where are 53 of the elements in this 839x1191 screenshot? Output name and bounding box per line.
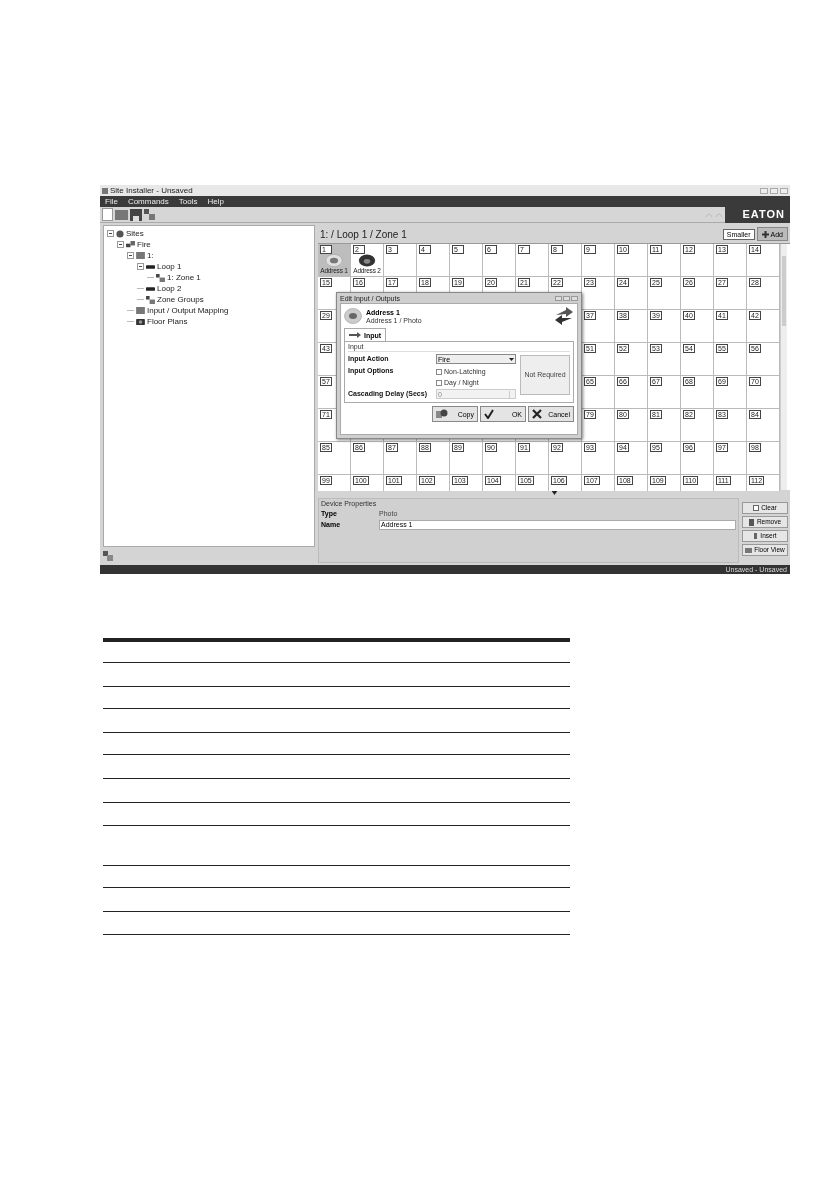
checkbox-icon bbox=[753, 505, 760, 511]
panel-icon bbox=[136, 307, 145, 314]
smoke-detector-icon bbox=[344, 308, 362, 324]
window-title: Site Installer - Unsaved bbox=[110, 186, 193, 195]
zone-icon bbox=[156, 273, 165, 282]
smoke-detector-icon bbox=[325, 254, 343, 267]
save-icon[interactable] bbox=[130, 208, 142, 221]
collapse-toggle[interactable] bbox=[137, 263, 144, 270]
tree-item[interactable]: Zone Groups bbox=[157, 295, 204, 304]
tree-item[interactable]: Loop 2 bbox=[157, 284, 182, 293]
network-icon bbox=[126, 240, 135, 249]
menu-item[interactable]: File bbox=[105, 197, 118, 206]
arrows-icon bbox=[554, 307, 574, 325]
app-icon bbox=[102, 187, 108, 194]
logo: EATON bbox=[742, 209, 785, 220]
tree-item[interactable]: Input / Output Mapping bbox=[147, 306, 229, 315]
network-icon[interactable] bbox=[144, 209, 155, 220]
close-button[interactable] bbox=[780, 187, 788, 194]
tree-item[interactable]: Fire bbox=[137, 240, 151, 249]
plus-icon bbox=[761, 230, 769, 238]
tree-item[interactable]: Floor Plans bbox=[147, 317, 188, 326]
collapse-toggle[interactable] bbox=[127, 252, 134, 259]
maximize-button[interactable] bbox=[770, 187, 778, 194]
collapse-toggle[interactable] bbox=[117, 241, 124, 248]
close-button[interactable] bbox=[571, 295, 578, 301]
scrollbar[interactable] bbox=[780, 244, 787, 490]
panel-icon bbox=[136, 252, 145, 259]
copy-icon bbox=[436, 409, 448, 419]
tree-item[interactable]: Loop 1 bbox=[157, 262, 182, 271]
globe-icon bbox=[116, 229, 124, 238]
breadcrumb-title: 1: / Loop 1 / Zone 1 bbox=[320, 227, 407, 242]
arrow-icon bbox=[349, 332, 361, 338]
menu-item[interactable]: Commands bbox=[127, 197, 169, 206]
zone-icon bbox=[146, 295, 155, 304]
tree-item[interactable]: Sites bbox=[126, 229, 144, 238]
new-file-icon[interactable] bbox=[102, 208, 113, 221]
tree-item[interactable]: 1: Zone 1 bbox=[167, 273, 201, 282]
collapse-toggle[interactable] bbox=[107, 230, 114, 237]
minimize-button[interactable] bbox=[555, 295, 562, 301]
device-icon bbox=[146, 285, 155, 292]
menu-item[interactable]: Help bbox=[207, 197, 224, 206]
dropdown-arrow-icon bbox=[509, 357, 514, 361]
menu-item[interactable]: Tools bbox=[178, 197, 198, 206]
tree-item[interactable]: 1: bbox=[147, 251, 154, 260]
network-icon[interactable] bbox=[103, 551, 113, 561]
device-icon bbox=[146, 263, 155, 270]
camera-icon bbox=[136, 318, 145, 325]
minimize-button[interactable] bbox=[760, 187, 768, 194]
maximize-button[interactable] bbox=[563, 295, 570, 301]
splitter-arrow-icon[interactable] bbox=[550, 490, 558, 495]
check-icon bbox=[484, 409, 494, 419]
detector-icon bbox=[358, 254, 376, 267]
close-icon bbox=[532, 409, 542, 419]
